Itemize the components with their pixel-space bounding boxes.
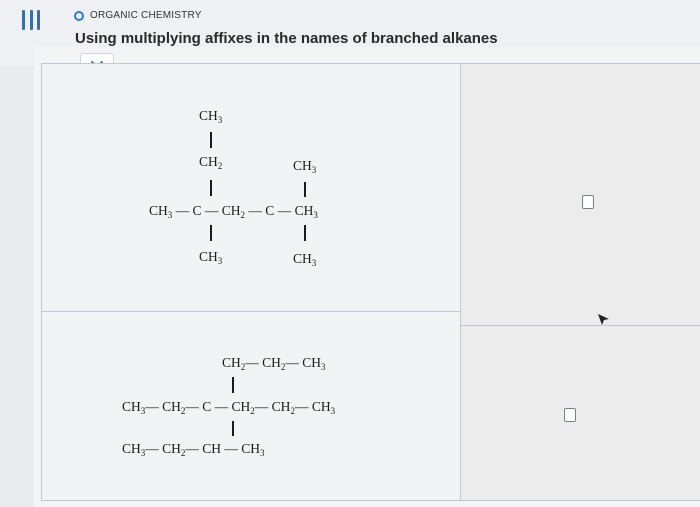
answer-input-1[interactable] — [582, 195, 594, 209]
bond-vertical — [304, 182, 306, 197]
answer-cell-1 — [461, 63, 700, 325]
structure-1-bottom-left-ch3: CH3 — [199, 249, 223, 266]
bond-vertical — [210, 180, 212, 196]
structure-1-top-ch3: CH3 — [199, 108, 223, 125]
structure-1-bottom-right-ch3: CH3 — [293, 251, 317, 268]
circle-icon — [74, 10, 84, 21]
answer-input-2[interactable] — [564, 408, 576, 422]
table-border-top — [41, 63, 700, 64]
bond-vertical — [210, 225, 212, 241]
table-border-bottom — [41, 500, 700, 501]
table-divider-horizontal-right — [460, 325, 700, 326]
structure-cell-1 — [42, 63, 460, 311]
bond-vertical — [210, 132, 212, 148]
table-divider-vertical — [460, 63, 461, 501]
table-divider-horizontal-left — [41, 311, 461, 312]
topic-label: ORGANIC CHEMISTRY — [90, 10, 202, 21]
structure-2-bottom-row: CH3— CH2— CH — CH3 — [122, 441, 265, 458]
table-border-left — [41, 63, 42, 501]
bond-vertical — [232, 421, 234, 436]
answer-cell-2 — [461, 326, 700, 500]
structure-2-top-row: CH2— CH2— CH3 — [222, 355, 326, 372]
menu-icon[interactable] — [22, 10, 40, 30]
bond-vertical — [232, 377, 234, 393]
topic-row: ORGANIC CHEMISTRY — [74, 10, 202, 21]
structure-2-middle-row: CH3— CH2— C — CH2— CH2— CH3 — [122, 399, 336, 416]
page-title: Using multiplying affixes in the names o… — [75, 30, 498, 47]
structure-1-ch2: CH2 — [199, 154, 223, 171]
structure-1-right-top-ch3: CH3 — [293, 158, 317, 175]
structure-1-main-chain: CH3 — C — CH2 — C — CH3 — [149, 203, 318, 220]
mouse-cursor-icon — [598, 314, 609, 325]
bond-vertical — [304, 225, 306, 241]
